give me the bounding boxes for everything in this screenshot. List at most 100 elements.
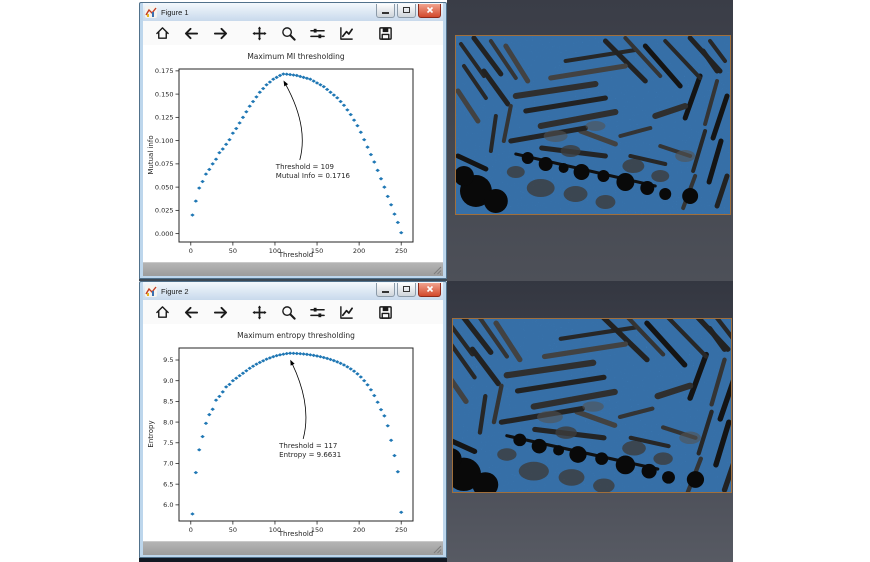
figure-toolbar-2 bbox=[143, 300, 443, 324]
line-chart-icon bbox=[339, 305, 354, 320]
maximize-button[interactable] bbox=[397, 283, 416, 297]
plot-1[interactable]: Maximum MI thresholding Threshold Mutual… bbox=[143, 45, 443, 262]
titlebar-2[interactable]: Figure 2 bbox=[143, 282, 443, 300]
window-title: Figure 2 bbox=[161, 287, 189, 296]
svg-text:200: 200 bbox=[353, 526, 365, 534]
minimize-icon bbox=[382, 291, 389, 293]
configure-subplots-button[interactable] bbox=[306, 23, 328, 43]
svg-text:Threshold = 109: Threshold = 109 bbox=[275, 163, 334, 171]
caption-buttons bbox=[376, 283, 441, 297]
edit-parameters-button[interactable] bbox=[335, 23, 357, 43]
figure-window-1: Figure 1 bbox=[139, 2, 447, 279]
forward-arrow-icon bbox=[213, 26, 228, 41]
figure-toolbar-1 bbox=[143, 21, 443, 45]
pan-button[interactable] bbox=[248, 23, 270, 43]
svg-text:0.150: 0.150 bbox=[155, 90, 174, 98]
caption-buttons bbox=[376, 4, 441, 18]
scatter-points bbox=[190, 72, 403, 234]
home-icon bbox=[155, 26, 170, 41]
screen: Figure 1 bbox=[0, 0, 870, 562]
svg-text:100: 100 bbox=[269, 526, 281, 534]
maximize-button[interactable] bbox=[397, 4, 416, 18]
pan-button[interactable] bbox=[248, 302, 270, 322]
svg-text:Mutual Info = 0.1716: Mutual Info = 0.1716 bbox=[276, 172, 351, 180]
svg-text:Threshold = 117: Threshold = 117 bbox=[278, 442, 337, 450]
tick-labels: 0501001502002500.0000.0250.0500.0750.100… bbox=[155, 67, 408, 255]
svg-text:9.5: 9.5 bbox=[163, 356, 173, 364]
axes-frame bbox=[179, 69, 413, 242]
back-arrow-icon bbox=[184, 305, 199, 320]
annotation: Threshold = 117Entropy = 9.6631 bbox=[278, 360, 341, 459]
forward-button[interactable] bbox=[209, 23, 231, 43]
svg-text:0.050: 0.050 bbox=[155, 183, 174, 191]
svg-text:250: 250 bbox=[395, 526, 407, 534]
zoom-icon bbox=[281, 305, 296, 320]
svg-text:7.5: 7.5 bbox=[163, 439, 173, 447]
zoom-button[interactable] bbox=[277, 23, 299, 43]
minimize-icon bbox=[382, 12, 389, 14]
save-button[interactable] bbox=[374, 23, 396, 43]
home-button[interactable] bbox=[151, 302, 173, 322]
line-chart-icon bbox=[339, 26, 354, 41]
home-icon bbox=[155, 305, 170, 320]
zoom-icon bbox=[281, 26, 296, 41]
sliders-icon bbox=[310, 305, 325, 320]
microstructure-image-1 bbox=[455, 35, 731, 215]
svg-text:0: 0 bbox=[189, 247, 193, 255]
sliders-icon bbox=[310, 26, 325, 41]
svg-text:0.075: 0.075 bbox=[155, 160, 174, 168]
maximize-icon bbox=[403, 7, 410, 13]
plot-title: Maximum MI thresholding bbox=[247, 52, 345, 61]
close-icon bbox=[426, 6, 434, 14]
pan-icon bbox=[252, 26, 267, 41]
minimize-button[interactable] bbox=[376, 283, 395, 297]
svg-text:8.0: 8.0 bbox=[163, 418, 173, 426]
svg-text:0.125: 0.125 bbox=[155, 114, 174, 122]
svg-text:250: 250 bbox=[395, 247, 407, 255]
plot-2[interactable]: Maximum entropy thresholding Threshold E… bbox=[143, 324, 443, 541]
forward-button[interactable] bbox=[209, 302, 231, 322]
svg-text:200: 200 bbox=[353, 247, 365, 255]
microstructure-graphic-1 bbox=[456, 36, 730, 214]
close-button[interactable] bbox=[418, 283, 441, 297]
plot-canvas-1[interactable]: Maximum MI thresholding Threshold Mutual… bbox=[143, 45, 443, 262]
back-arrow-icon bbox=[184, 26, 199, 41]
svg-text:6.0: 6.0 bbox=[163, 501, 173, 509]
svg-text:150: 150 bbox=[311, 526, 323, 534]
titlebar-1[interactable]: Figure 1 bbox=[143, 3, 443, 21]
svg-text:150: 150 bbox=[311, 247, 323, 255]
plot-canvas-2[interactable]: Maximum entropy thresholding Threshold E… bbox=[143, 324, 443, 541]
microstructure-graphic-2 bbox=[453, 319, 731, 492]
x-axis-label: Threshold bbox=[278, 251, 314, 259]
resize-grip-icon[interactable] bbox=[433, 266, 442, 275]
svg-text:7.0: 7.0 bbox=[163, 460, 173, 468]
maximize-icon bbox=[403, 286, 410, 292]
x-axis-label: Threshold bbox=[278, 530, 314, 538]
svg-text:0.175: 0.175 bbox=[155, 67, 174, 75]
svg-text:0.025: 0.025 bbox=[155, 207, 174, 215]
y-axis-label: Entropy bbox=[147, 420, 155, 447]
svg-text:Entropy = 9.6631: Entropy = 9.6631 bbox=[279, 451, 341, 459]
minimize-button[interactable] bbox=[376, 4, 395, 18]
annotation: Threshold = 109Mutual Info = 0.1716 bbox=[275, 81, 351, 180]
pan-icon bbox=[252, 305, 267, 320]
save-button[interactable] bbox=[374, 302, 396, 322]
home-button[interactable] bbox=[151, 23, 173, 43]
svg-text:50: 50 bbox=[229, 247, 237, 255]
matplotlib-icon bbox=[145, 285, 157, 297]
svg-text:9.0: 9.0 bbox=[163, 377, 173, 385]
statusbar-1 bbox=[143, 262, 443, 276]
zoom-button[interactable] bbox=[277, 302, 299, 322]
edit-parameters-button[interactable] bbox=[335, 302, 357, 322]
back-button[interactable] bbox=[180, 23, 202, 43]
svg-text:6.5: 6.5 bbox=[163, 480, 173, 488]
save-icon bbox=[378, 26, 393, 41]
svg-text:0.100: 0.100 bbox=[155, 137, 174, 145]
back-button[interactable] bbox=[180, 302, 202, 322]
resize-grip-icon[interactable] bbox=[433, 545, 442, 554]
svg-text:8.5: 8.5 bbox=[163, 398, 173, 406]
svg-text:50: 50 bbox=[229, 526, 237, 534]
close-icon bbox=[426, 285, 434, 293]
configure-subplots-button[interactable] bbox=[306, 302, 328, 322]
close-button[interactable] bbox=[418, 4, 441, 18]
